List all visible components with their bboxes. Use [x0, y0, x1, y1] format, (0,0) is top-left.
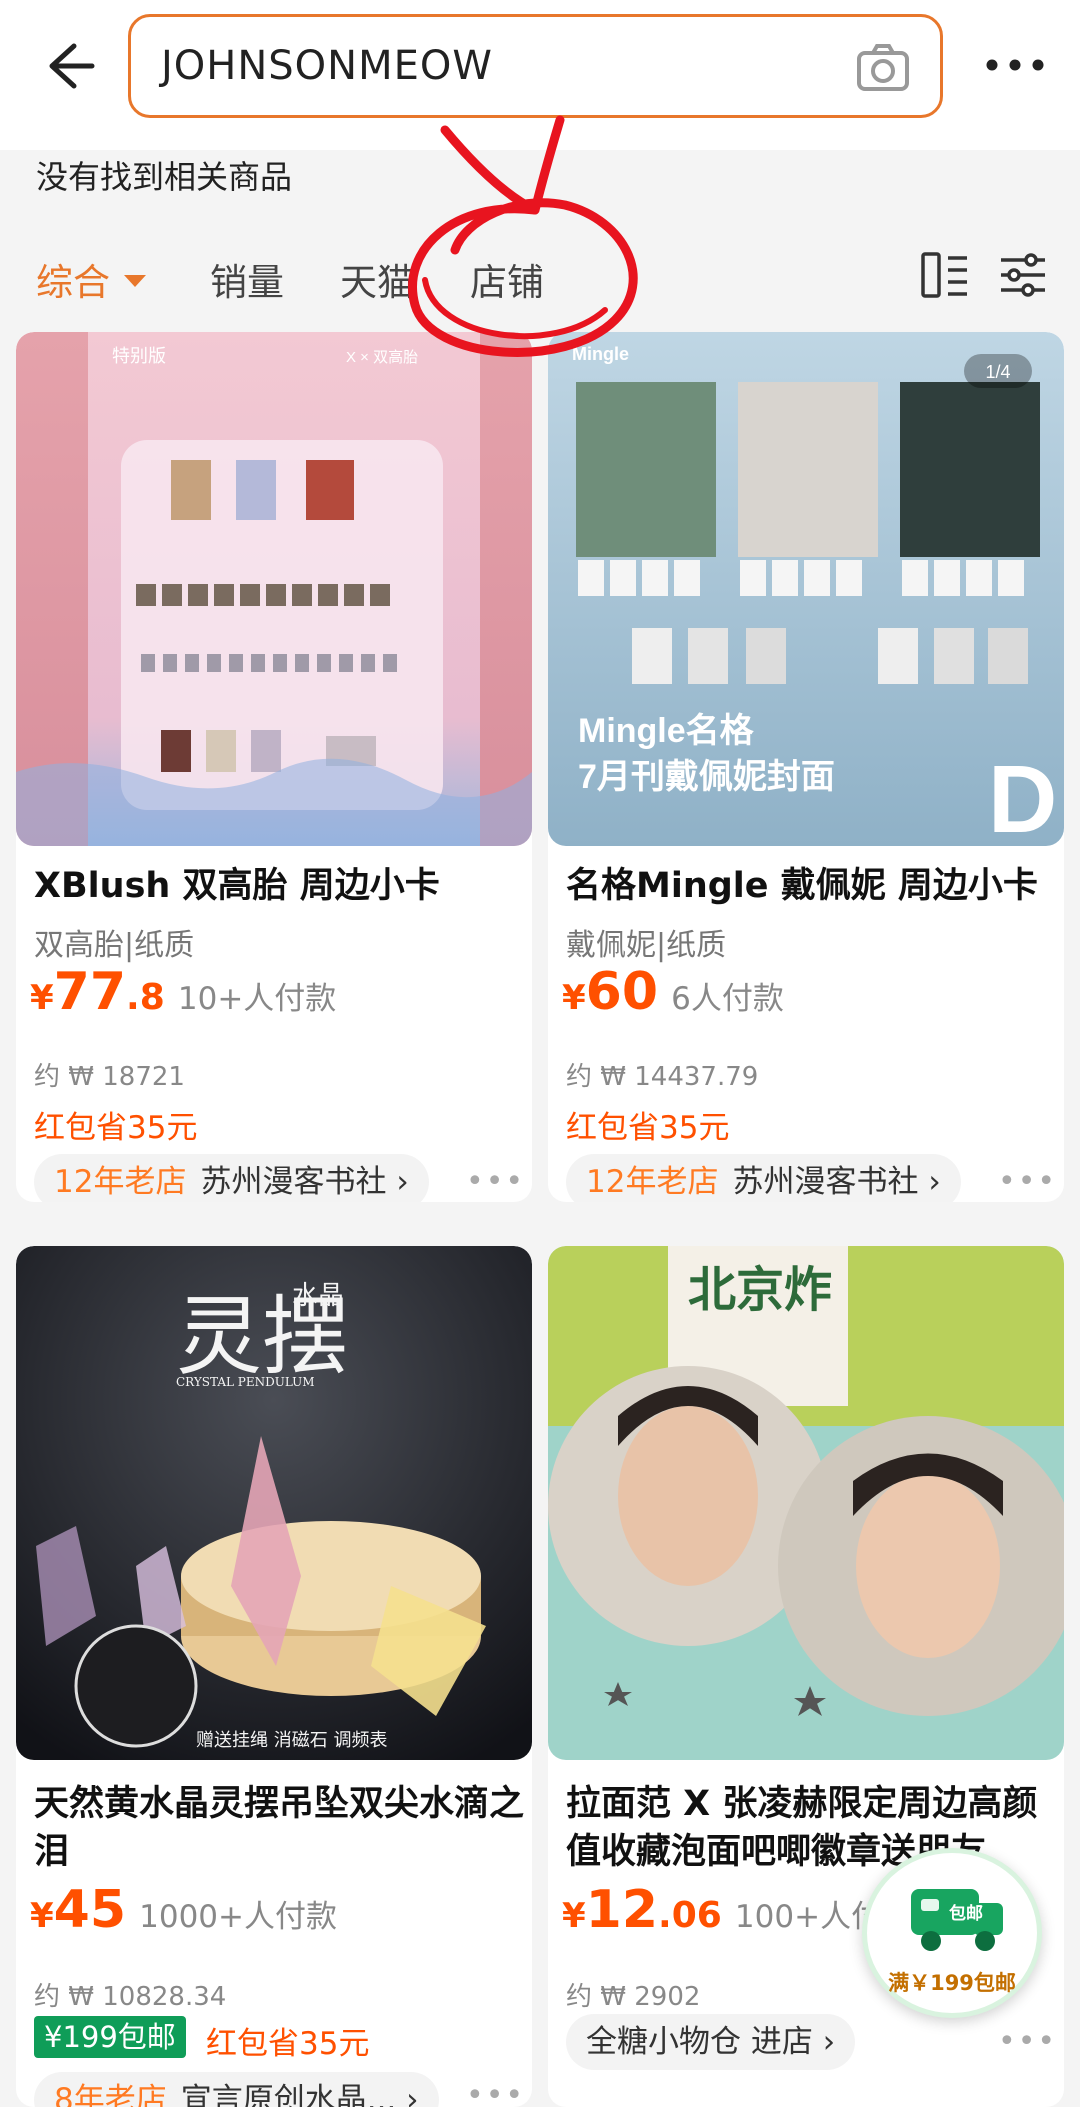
- chevron-right-icon: ›: [406, 2082, 419, 2107]
- product-image[interactable]: 北京炸: [548, 1246, 1064, 1760]
- product-title[interactable]: XBlush 双高胎 周边小卡: [34, 862, 532, 910]
- search-bar[interactable]: JOHNSONMEOW: [128, 14, 943, 118]
- chevron-right-icon: ›: [928, 1164, 941, 1200]
- price: ¥45: [30, 1880, 127, 1940]
- price-integer: 12: [585, 1880, 659, 1940]
- product-title[interactable]: 天然黄水晶灵摆吊坠双尖水滴之泪: [34, 1780, 532, 1876]
- image-brand-text: Mingle: [572, 344, 629, 364]
- product-image[interactable]: 灵摆 水晶 CRYSTAL PENDULUM 赠送挂绳 消磁石 调频表: [16, 1246, 532, 1760]
- tab-comprehensive[interactable]: 综合: [36, 252, 146, 306]
- shop-years: 8年老店: [54, 2082, 167, 2107]
- product-card[interactable]: 灵摆 水晶 CRYSTAL PENDULUM 赠送挂绳 消磁石 调频表 天然黄水…: [16, 1246, 532, 2107]
- shop-name: 全糖小物仓 进店: [586, 2024, 813, 2060]
- more-options-icon[interactable]: [980, 40, 1050, 90]
- coupon-text: 红包省35元: [34, 1110, 198, 1146]
- image-badge-text: 特别版: [112, 346, 166, 366]
- tab-sales[interactable]: 销量: [210, 252, 284, 306]
- more-dots-icon[interactable]: •••: [998, 2024, 1057, 2059]
- delivery-truck-icon: 包邮: [911, 1889, 1003, 1951]
- image-footer-text: 赠送挂绳 消磁石 调频表: [196, 1730, 387, 1751]
- no-results-notice: 没有找到相关商品: [36, 158, 293, 196]
- back-arrow-icon[interactable]: [36, 36, 96, 96]
- shop-link[interactable]: 8年老店 宣言原创水晶... ›: [34, 2072, 439, 2107]
- tab-tmall[interactable]: 天猫: [340, 252, 414, 306]
- more-dots-icon[interactable]: •••: [998, 1164, 1057, 1199]
- filter-sliders-icon[interactable]: [998, 250, 1048, 300]
- shop-name: 苏州漫客书社: [200, 1164, 387, 1200]
- float-badge-text: 满￥199包邮: [888, 1971, 1016, 1995]
- price-integer: 77: [53, 962, 127, 1022]
- shop-link[interactable]: 12年老店 苏州漫客书社 ›: [566, 1154, 961, 1202]
- photocard-set-image: 特别版 X × 双高胎: [16, 332, 532, 846]
- product-card[interactable]: 特别版 X × 双高胎 XBlush 双高胎 周边小卡 双高胎|纸质 ¥77.8…: [16, 332, 532, 1202]
- image-en-text: CRYSTAL PENDULUM: [176, 1375, 315, 1389]
- approx-price: 约 ₩ 14437.79: [566, 1062, 759, 1092]
- price-integer: 60: [585, 962, 659, 1022]
- chevron-right-icon: ›: [822, 2024, 836, 2060]
- product-image[interactable]: 1/4 Mingle Mingle名格 7月刊戴佩妮封面 D: [548, 332, 1064, 846]
- price-row: ¥45 1000+人付款: [30, 1880, 337, 1940]
- crystal-pendulum-image: 灵摆 水晶 CRYSTAL PENDULUM 赠送挂绳 消磁石 调频表: [16, 1246, 532, 1760]
- approx-price: 约 ₩ 10828.34: [34, 1982, 227, 2012]
- shop-link[interactable]: 12年老店 苏州漫客书社 ›: [34, 1154, 429, 1202]
- float-badge-label: 包邮: [949, 1903, 983, 1924]
- shop-name: 宣言原创水晶...: [180, 2082, 397, 2107]
- image-counter: 1/4: [985, 362, 1010, 382]
- free-shipping-float-button[interactable]: 包邮 满￥199包邮: [862, 1848, 1042, 2018]
- product-card[interactable]: 1/4 Mingle Mingle名格 7月刊戴佩妮封面 D 名格Mingle …: [548, 332, 1064, 1202]
- approx-price: 约 ₩ 18721: [34, 1062, 185, 1092]
- image-corner-text: X × 双高胎: [346, 349, 418, 366]
- free-shipping-badge: ¥199包邮: [34, 2016, 186, 2058]
- product-image[interactable]: 特别版 X × 双高胎: [16, 332, 532, 846]
- product-title[interactable]: 名格Mingle 戴佩妮 周边小卡: [566, 862, 1064, 910]
- price: ¥12.06: [562, 1880, 722, 1940]
- price: ¥60: [562, 962, 659, 1022]
- shop-years: 12年老店: [586, 1164, 719, 1200]
- magazine-image: 1/4 Mingle Mingle名格 7月刊戴佩妮封面 D: [548, 332, 1064, 846]
- image-headline: Mingle名格: [578, 712, 755, 750]
- price-row: ¥77.8 10+人付款: [30, 962, 336, 1022]
- badge-photo-image: 北京炸: [548, 1246, 1064, 1760]
- sold-count: 1000+人付款: [139, 1899, 338, 1935]
- approx-price: 约 ₩ 2902: [566, 1982, 701, 2012]
- grid-view-icon[interactable]: [920, 250, 970, 300]
- caret-down-icon: [124, 274, 146, 287]
- shop-link[interactable]: 全糖小物仓 进店 ›: [566, 2014, 856, 2070]
- camera-icon[interactable]: [854, 39, 912, 97]
- sold-count: 10+人付款: [177, 981, 337, 1017]
- image-small-text: 水晶: [292, 1281, 344, 1311]
- product-attributes: 双高胎|纸质: [34, 928, 195, 963]
- image-banner-text: 北京炸: [688, 1264, 832, 1317]
- shop-name: 苏州漫客书社: [732, 1164, 919, 1200]
- product-attributes: 戴佩妮|纸质: [566, 928, 727, 963]
- tab-shop[interactable]: 店铺: [470, 252, 544, 306]
- image-letter: D: [988, 746, 1057, 846]
- price-decimal: .8: [126, 977, 165, 1018]
- more-dots-icon[interactable]: •••: [466, 2078, 525, 2107]
- price-decimal: .06: [658, 1895, 722, 1936]
- price: ¥77.8: [30, 962, 165, 1022]
- coupon-text: 红包省35元: [206, 2026, 370, 2062]
- price-integer: 45: [53, 1880, 127, 1940]
- tab-label: 综合: [36, 261, 110, 304]
- sold-count: 6人付款: [671, 981, 784, 1017]
- shop-years: 12年老店: [54, 1164, 187, 1200]
- top-bar: JOHNSONMEOW: [0, 0, 1080, 150]
- image-subheadline: 7月刊戴佩妮封面: [578, 758, 835, 796]
- price-row: ¥12.06 100+人付款: [562, 1880, 913, 1940]
- coupon-text: 红包省35元: [566, 1110, 730, 1146]
- filter-tabs: 综合 销量 天猫 店铺: [0, 230, 1080, 320]
- price-row: ¥60 6人付款: [562, 962, 784, 1022]
- search-input[interactable]: JOHNSONMEOW: [161, 43, 493, 89]
- chevron-right-icon: ›: [396, 1164, 409, 1200]
- more-dots-icon[interactable]: •••: [466, 1164, 525, 1199]
